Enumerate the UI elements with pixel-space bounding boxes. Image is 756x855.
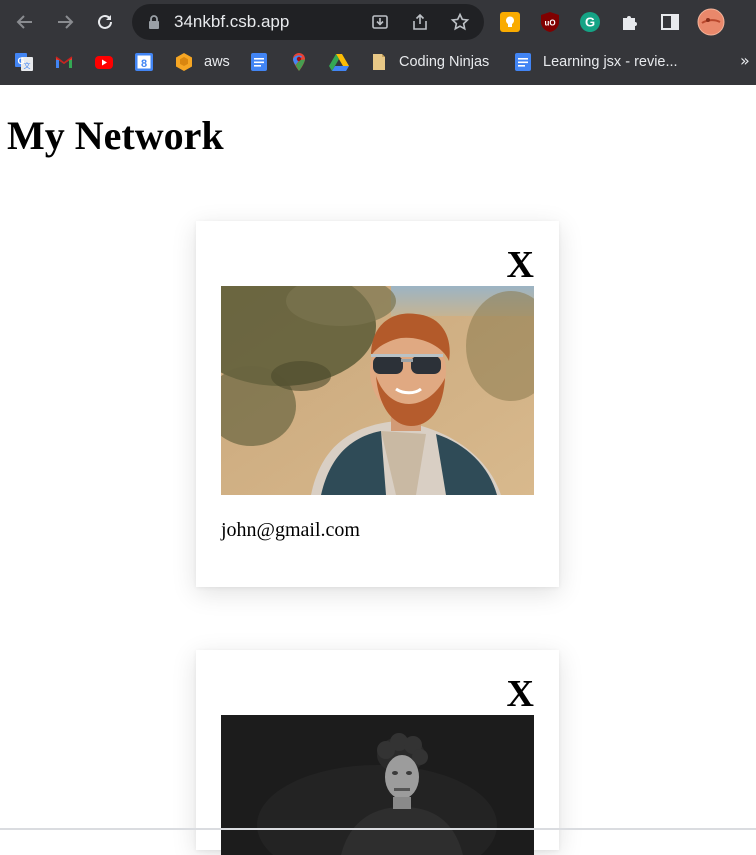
man-with-sunglasses-photo	[221, 286, 534, 495]
profile-card: X	[196, 221, 559, 587]
grammarly-icon: G	[580, 12, 600, 32]
side-panel-button[interactable]	[658, 10, 682, 34]
back-button[interactable]	[12, 9, 38, 35]
gmail-icon	[55, 56, 73, 68]
bookmark-youtube[interactable]	[94, 44, 114, 80]
bookmarks-bar: G文 8 aws Coding Ninjas Learning jsx - re…	[0, 44, 756, 85]
youtube-icon	[95, 56, 113, 69]
svg-text:8: 8	[141, 58, 147, 70]
arrow-left-icon	[16, 15, 32, 29]
lightbulb-icon	[500, 12, 520, 32]
browser-toolbar: 34nkbf.csb.app uO G	[0, 0, 756, 44]
arrow-right-icon	[58, 15, 74, 29]
keep-extension-button[interactable]	[498, 10, 522, 34]
bookmark-google-maps[interactable]	[289, 44, 309, 80]
ublock-shield-icon: uO	[541, 12, 559, 32]
google-docs-icon	[515, 53, 531, 71]
aws-icon	[176, 53, 192, 71]
page-title: My Network	[7, 113, 224, 158]
bookmark-star-icon[interactable]	[450, 12, 470, 32]
remove-card-button[interactable]: X	[507, 245, 534, 285]
url-text[interactable]: 34nkbf.csb.app	[174, 4, 289, 40]
svg-text:G: G	[585, 15, 595, 30]
google-docs-icon	[251, 53, 267, 71]
google-translate-icon: G文	[15, 53, 33, 71]
bookmark-google-calendar[interactable]: 8	[134, 44, 154, 80]
google-calendar-icon: 8	[135, 53, 153, 71]
bookmark-aws[interactable]: aws	[174, 44, 230, 80]
bookmark-gmail[interactable]	[54, 44, 74, 80]
side-panel-icon	[661, 14, 679, 30]
reload-icon	[98, 14, 112, 29]
bookmark-learning-jsx[interactable]: Learning jsx - revie...	[513, 44, 678, 80]
profile-card: X	[196, 650, 559, 855]
puzzle-piece-icon	[623, 16, 637, 30]
bookmark-google-drive[interactable]	[329, 44, 349, 80]
chevron-double-right-icon: »	[740, 50, 750, 70]
address-bar[interactable]: 34nkbf.csb.app	[132, 4, 484, 40]
extensions-button[interactable]	[618, 10, 642, 34]
profile-avatar-button[interactable]	[696, 7, 726, 37]
folder-icon	[373, 54, 385, 70]
bookmark-google-docs[interactable]	[249, 44, 269, 80]
bookmark-label: Learning jsx - revie...	[543, 54, 678, 70]
man-black-and-white-photo	[221, 715, 534, 855]
google-maps-icon	[293, 53, 305, 71]
bookmark-label: Coding Ninjas	[399, 54, 490, 70]
profile-photo	[221, 715, 534, 855]
profile-photo	[221, 286, 534, 495]
bookmark-coding-ninjas[interactable]: Coding Ninjas	[369, 44, 489, 80]
reload-button[interactable]	[92, 9, 118, 35]
bookmark-label: aws	[204, 54, 230, 70]
svg-text:uO: uO	[544, 19, 555, 28]
contact-email: john@gmail.com	[221, 519, 360, 541]
google-drive-icon	[329, 54, 349, 71]
share-icon[interactable]	[410, 12, 430, 32]
bookmarks-overflow-button[interactable]: »	[740, 42, 750, 78]
forward-button[interactable]	[52, 9, 78, 35]
grammarly-extension-button[interactable]: G	[578, 10, 602, 34]
avatar-icon	[697, 8, 725, 36]
svg-text:文: 文	[24, 61, 31, 70]
browser-chrome: 34nkbf.csb.app uO G G文 8 aws Coding Ninj…	[0, 0, 756, 85]
remove-card-button[interactable]: X	[507, 674, 534, 714]
lock-icon	[149, 15, 159, 29]
bookmark-google-translate[interactable]: G文	[14, 44, 34, 80]
install-app-icon[interactable]	[370, 12, 390, 32]
ublock-extension-button[interactable]: uO	[538, 10, 562, 34]
